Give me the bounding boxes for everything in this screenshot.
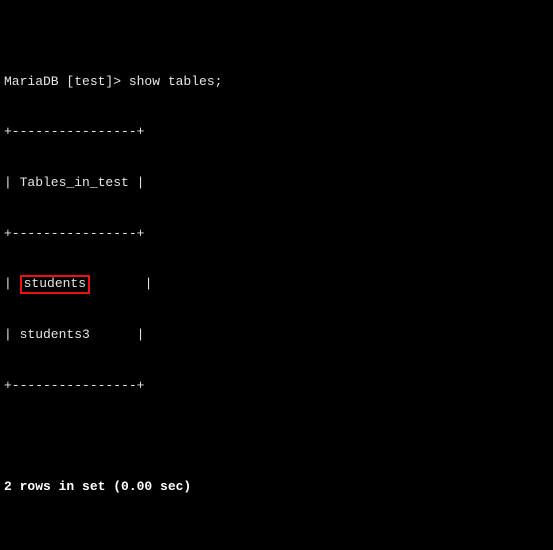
- sql-command: show tables;: [129, 74, 223, 89]
- result-summary: 2 rows in set (0.00 sec): [4, 479, 549, 496]
- highlight-box: students: [20, 275, 90, 293]
- table-row: | students |: [4, 276, 549, 293]
- table-rule: +----------------+: [4, 226, 549, 243]
- table-rule: +----------------+: [4, 378, 549, 395]
- blank-line: [4, 428, 549, 445]
- prompt-line[interactable]: MariaDB [test]> show tables;: [4, 74, 549, 91]
- blank-line: [4, 530, 549, 547]
- db-prompt: MariaDB [test]>: [4, 74, 129, 89]
- table-header-row: | Tables_in_test |: [4, 175, 549, 192]
- terminal-output: MariaDB [test]> show tables; +----------…: [0, 0, 553, 550]
- table-row: | students3 |: [4, 327, 549, 344]
- table-rule: +----------------+: [4, 124, 549, 141]
